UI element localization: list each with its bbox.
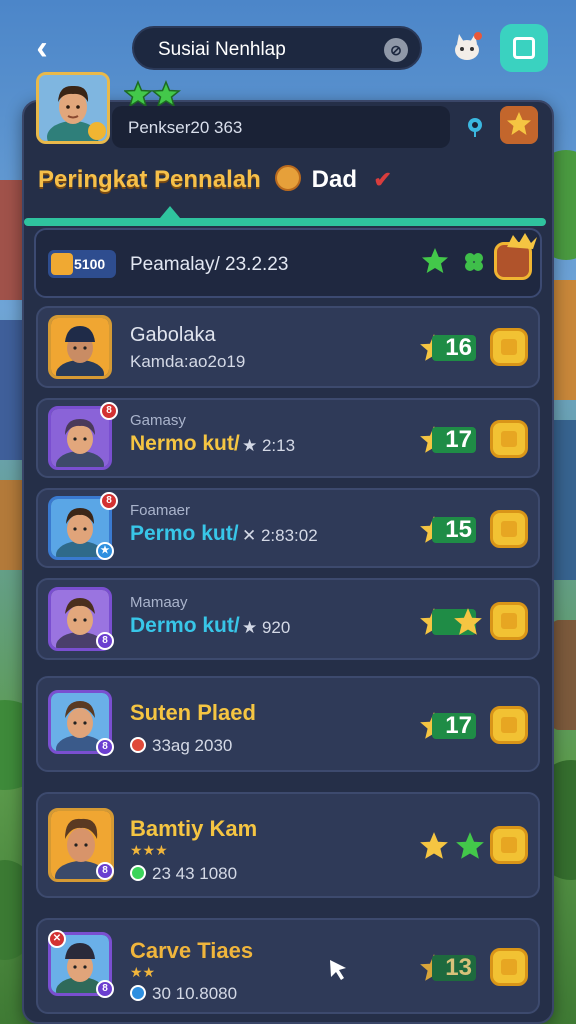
crown-coin-icon[interactable]	[494, 233, 537, 280]
green-star-icon	[456, 832, 484, 859]
star-badge-icon[interactable]	[500, 106, 538, 144]
player-name: Permo kut/	[130, 522, 239, 545]
notification-badge: 8	[100, 492, 118, 510]
clover-icon	[465, 253, 483, 271]
cat-icon[interactable]	[450, 30, 484, 64]
status-dot-icon	[130, 865, 146, 881]
player-subtext-value: 30 10.8080	[152, 984, 238, 1003]
player-subtext: 23 43 1080	[130, 864, 237, 884]
level-badge: 8	[96, 738, 114, 756]
level-badge: ★	[96, 542, 114, 560]
location-pin-icon[interactable]	[464, 116, 486, 138]
status-dot-icon	[130, 737, 146, 753]
search-bar[interactable]: Susiai Nenhlap ⊘	[132, 26, 422, 70]
menu-icon	[513, 37, 535, 59]
gold-star-icon	[454, 608, 482, 635]
profile-avatar[interactable]	[36, 72, 110, 144]
coin-icon[interactable]	[490, 948, 528, 986]
cursor-icon	[330, 960, 346, 980]
profile-name: Penkser20 363	[128, 118, 243, 137]
leaderboard-row[interactable]: 8 Mamaay Dermo kut/ ★ 920	[36, 578, 540, 660]
player-name: Suten Plaed	[130, 700, 256, 725]
check-icon: ✔	[373, 167, 392, 192]
level-badge: 8	[96, 862, 114, 880]
menu-button[interactable]	[500, 24, 548, 72]
status-dot-icon	[130, 985, 146, 1001]
player-subtext: 30 10.8080	[130, 984, 237, 1004]
player-avatar[interactable]	[48, 315, 112, 379]
player-subtext: Kamda:ao2o19	[130, 352, 246, 371]
player-subtext-value: 33ag 2030	[152, 736, 233, 755]
score-value: 13	[445, 954, 472, 981]
coin-icon[interactable]	[490, 826, 528, 864]
player-score: 17	[418, 706, 528, 746]
player-tag: Mamaay	[130, 594, 188, 611]
player-score	[418, 602, 528, 642]
top-bar: ‹ Susiai Nenhlap ⊘	[0, 22, 576, 78]
title-text: Peringkat Pennalah	[38, 166, 261, 193]
coin-icon[interactable]	[490, 706, 528, 744]
gold-star-icon	[420, 832, 448, 859]
score-value: 17	[445, 426, 472, 453]
profile-name-bar: Penkser20 363	[112, 106, 450, 148]
player-tag: Foamaer	[130, 502, 191, 519]
leaderboard-row[interactable]: Gabolaka Kamda:ao2o19 16	[36, 306, 540, 388]
rank-hex-icon	[51, 253, 73, 275]
player-name: Nermo kut/	[130, 432, 240, 455]
search-text: Susiai Nenhlap	[158, 39, 286, 60]
coin-icon[interactable]	[490, 420, 528, 458]
tab-indicator	[160, 206, 180, 218]
leaderboard-title: Peringkat Pennalah Dad ✔	[38, 165, 392, 197]
my-rank-row[interactable]: 5100 Peamalay/ 23.2.23	[34, 228, 542, 298]
player-tag: Gamasy	[130, 412, 186, 429]
my-rank-value: 5100	[74, 256, 106, 272]
player-subtext-value: 23 43 1080	[152, 864, 238, 883]
my-rank-badge: 5100	[48, 250, 116, 278]
player-name: Dermo kut/	[130, 614, 240, 637]
score-value: 16	[445, 334, 472, 361]
score-value: 17	[445, 712, 472, 739]
player-score: 16	[418, 328, 528, 368]
leaderboard-row[interactable]: 8 Suten Plaed 33ag 2030 17	[36, 676, 540, 772]
leaderboard-row[interactable]: 8 ★ Foamaer Permo kut/ ✕ 2:83:02 15	[36, 488, 540, 568]
player-subtext: ★ 2:13	[242, 436, 296, 455]
green-star-icon	[422, 248, 448, 273]
search-icon[interactable]: ⊘	[384, 38, 408, 62]
player-stars: ★★★	[130, 842, 168, 858]
coin-icon[interactable]	[490, 602, 528, 640]
score-value: 15	[445, 516, 472, 543]
player-score: 17	[418, 420, 528, 460]
close-badge-icon: ✕	[48, 930, 66, 948]
player-name: Gabolaka	[130, 324, 216, 346]
player-subtext: ★ 920	[242, 618, 291, 637]
player-score: 15	[418, 510, 528, 550]
leaderboard-row[interactable]: ✕ 8 Carve Tiaes ★★ 30 10.8080 13	[36, 918, 540, 1014]
leaderboard-row[interactable]: 8 Bamtiy Kam ★★★ 23 43 1080	[36, 792, 540, 898]
player-stars: ★★	[130, 964, 156, 980]
player-score	[418, 826, 528, 866]
coin-icon[interactable]	[490, 510, 528, 548]
player-subtext: ✕ 2:83:02	[242, 526, 318, 545]
player-name: Carve Tiaes	[130, 938, 254, 963]
back-button[interactable]: ‹	[22, 28, 62, 68]
level-badge: 8	[96, 632, 114, 650]
title-dad: Dad	[311, 166, 357, 193]
tab-underline	[24, 218, 546, 226]
background-house	[551, 620, 576, 730]
my-rank-text: Peamalay/ 23.2.23	[130, 254, 289, 275]
player-subtext: 33ag 2030	[130, 736, 232, 756]
level-badge: 8	[96, 980, 114, 998]
player-score: 13	[418, 948, 528, 988]
player-name: Bamtiy Kam	[130, 816, 258, 841]
leaderboard-row[interactable]: 8 Gamasy Nermo kut/ ★ 2:13 17	[36, 398, 540, 478]
notification-badge: 8	[100, 402, 118, 420]
medal-icon	[275, 165, 302, 191]
coin-icon[interactable]	[490, 328, 528, 366]
